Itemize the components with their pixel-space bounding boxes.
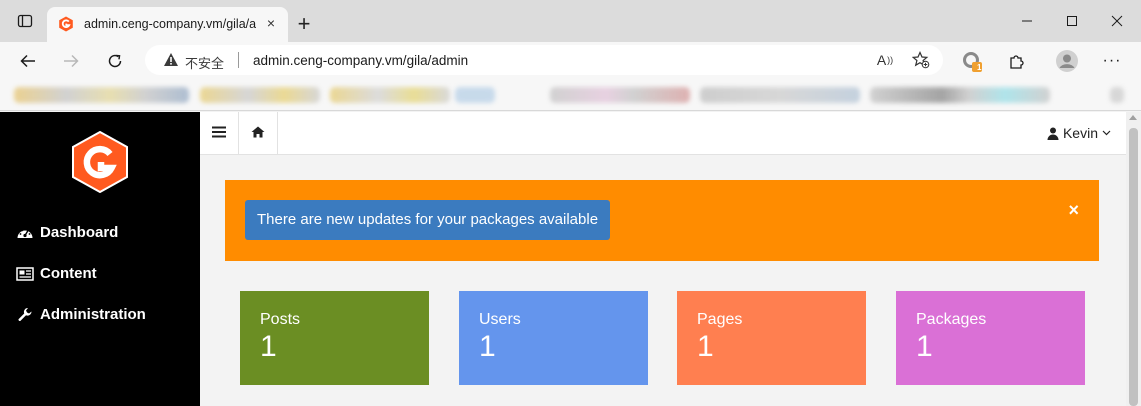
profile-avatar-icon[interactable] (1052, 46, 1082, 76)
stat-card-label: Pages (697, 311, 743, 328)
sidebar-item-label: Content (40, 265, 97, 282)
content-icon (16, 266, 34, 282)
update-alert: There are new updates for your packages … (225, 180, 1099, 261)
extension-icon[interactable]: 1 (957, 46, 987, 76)
top-navbar: Kevin (200, 112, 1126, 155)
stat-card-packages[interactable]: Packages 1 (896, 291, 1085, 385)
stat-card-value: 1 (916, 330, 933, 363)
wrench-icon (16, 307, 34, 323)
page-scrollbar[interactable] (1126, 112, 1141, 406)
tab-close-icon[interactable]: × (261, 13, 281, 33)
tab-title: admin.ceng-company.vm/gila/admin (84, 17, 256, 31)
browser-tab[interactable]: admin.ceng-company.vm/gila/admin × (47, 7, 288, 42)
bookmark-item[interactable] (200, 87, 320, 103)
sidebar: Dashboard Content Administration (0, 112, 200, 406)
read-aloud-icon[interactable]: A)) (875, 51, 895, 69)
gila-favicon-icon (58, 16, 74, 32)
bookmark-item[interactable] (870, 87, 1050, 103)
sidebar-item-dashboard[interactable]: Dashboard (16, 224, 118, 241)
scroll-thumb[interactable] (1129, 128, 1138, 406)
user-menu[interactable]: Kevin (1047, 125, 1111, 141)
update-alert-message[interactable]: There are new updates for your packages … (245, 200, 611, 240)
extension-badge: 1 (977, 63, 982, 72)
more-options-icon[interactable]: ··· (1097, 46, 1127, 76)
back-icon[interactable] (13, 46, 43, 76)
warning-icon[interactable] (163, 52, 179, 72)
chevron-down-icon (1102, 130, 1111, 136)
bookmark-item[interactable] (1110, 87, 1124, 103)
browser-titlebar: admin.ceng-company.vm/gila/admin × + (0, 0, 1141, 42)
bookmarks-bar (0, 79, 1141, 111)
user-name: Kevin (1062, 125, 1098, 141)
dashboard-icon (16, 225, 34, 241)
address-bar[interactable]: 不安全 admin.ceng-company.vm/gila/admin A)) (145, 45, 943, 75)
bookmark-item[interactable] (700, 87, 860, 103)
main-content: Kevin There are new updates for your pac… (200, 112, 1126, 406)
stat-card-label: Posts (260, 311, 301, 328)
stat-card-users[interactable]: Users 1 (459, 291, 648, 385)
close-window-icon[interactable] (1104, 8, 1130, 34)
bookmark-item[interactable] (550, 87, 690, 103)
sidebar-item-administration[interactable]: Administration (16, 306, 146, 323)
home-button[interactable] (239, 112, 278, 155)
tab-actions-icon[interactable] (12, 8, 38, 34)
alert-close-icon[interactable]: × (1068, 200, 1079, 221)
hamburger-icon (212, 125, 226, 143)
address-divider (238, 52, 239, 68)
refresh-icon[interactable] (100, 46, 130, 76)
sidebar-item-content[interactable]: Content (16, 265, 97, 282)
bookmark-item[interactable] (14, 87, 189, 103)
extensions-puzzle-icon[interactable] (1002, 46, 1032, 76)
gila-logo[interactable] (70, 130, 130, 194)
browser-toolbar: 不安全 admin.ceng-company.vm/gila/admin A))… (0, 42, 1141, 79)
sidebar-item-label: Administration (40, 306, 146, 323)
menu-toggle-button[interactable] (200, 112, 239, 155)
favorites-add-icon[interactable] (911, 51, 931, 69)
scroll-up-icon[interactable] (1129, 115, 1137, 120)
not-secure-label[interactable]: 不安全 (185, 53, 224, 72)
stat-card-label: Packages (916, 311, 987, 328)
stat-card-posts[interactable]: Posts 1 (240, 291, 429, 385)
maximize-icon[interactable] (1059, 8, 1085, 34)
sidebar-item-label: Dashboard (40, 224, 119, 241)
stat-card-pages[interactable]: Pages 1 (677, 291, 866, 385)
user-icon (1047, 127, 1059, 140)
stat-card-label: Users (479, 311, 521, 328)
home-icon (251, 125, 265, 143)
stat-card-value: 1 (697, 330, 714, 363)
minimize-icon[interactable] (1014, 8, 1040, 34)
stat-card-value: 1 (479, 330, 496, 363)
new-tab-button[interactable]: + (292, 11, 316, 36)
stat-card-value: 1 (260, 330, 277, 363)
forward-icon[interactable] (56, 46, 86, 76)
url-text[interactable]: admin.ceng-company.vm/gila/admin (253, 53, 468, 68)
bookmark-item[interactable] (455, 87, 495, 103)
bookmark-item[interactable] (330, 87, 450, 103)
